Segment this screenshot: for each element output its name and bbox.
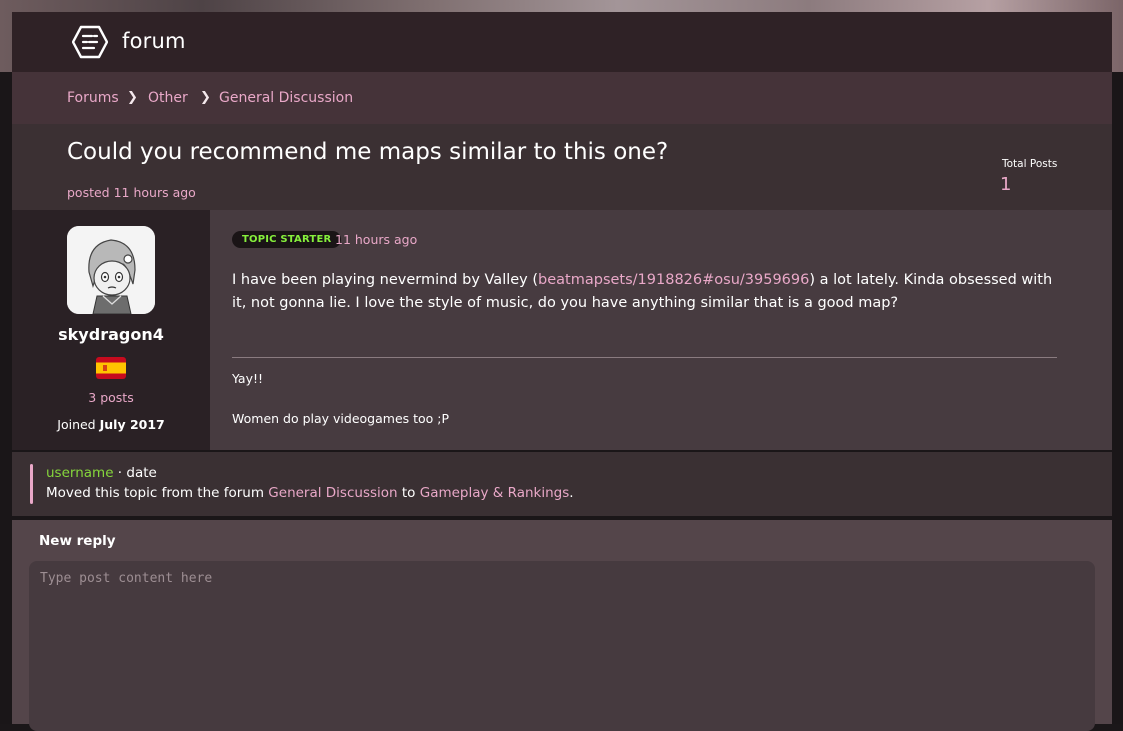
breadcrumb-other[interactable]: Other (148, 90, 188, 106)
forum-post: skydragon4 3 posts Joined July 2017 TOPI… (12, 210, 1112, 450)
topic-starter-badge: TOPIC STARTER (232, 231, 342, 248)
new-reply-section: New reply (12, 520, 1112, 731)
moved-notice-meta: username · date (46, 465, 157, 481)
forum-logo-icon[interactable] (72, 25, 108, 59)
moved-topic-notice: username · date Moved this topic from th… (12, 452, 1112, 516)
reply-textarea[interactable] (29, 561, 1095, 731)
moved-text-mid: to (397, 485, 420, 501)
chevron-right-icon: ❯ (200, 90, 211, 105)
breadcrumb-general-discussion[interactable]: General Discussion (219, 90, 353, 106)
beatmap-link[interactable]: beatmapsets/1918826#osu/3959696 (538, 272, 809, 288)
avatar[interactable] (67, 226, 155, 314)
notice-accent-bar (30, 464, 33, 504)
total-posts-label: Total Posts (1002, 158, 1058, 170)
avatar-image (67, 226, 155, 314)
signature-line-1: Yay!! (232, 371, 263, 386)
post-content-panel: TOPIC STARTER 11 hours ago I have been p… (210, 210, 1112, 450)
topic-header: Could you recommend me maps similar to t… (12, 124, 1112, 210)
post-author-panel: skydragon4 3 posts Joined July 2017 (12, 210, 210, 450)
spain-flag-icon (96, 357, 126, 379)
post-author-joined: Joined July 2017 (12, 417, 210, 432)
joined-label: Joined (57, 417, 96, 432)
moved-to-forum-link[interactable]: Gameplay & Rankings (420, 485, 570, 501)
chevron-right-icon: ❯ (127, 90, 138, 105)
post-author-post-count[interactable]: 3 posts (12, 390, 210, 405)
moved-notice-username[interactable]: username (46, 465, 114, 481)
post-author-username[interactable]: skydragon4 (12, 325, 210, 344)
joined-date: July 2017 (99, 417, 165, 432)
signature-line-2: Women do play videogames too ;P (232, 411, 450, 426)
post-time[interactable]: 11 hours ago (335, 232, 417, 247)
new-reply-title: New reply (39, 533, 116, 549)
moved-text-end: . (569, 485, 574, 501)
breadcrumb: Forums ❯ Other ❯ General Discussion (12, 72, 1112, 124)
moved-from-forum-link[interactable]: General Discussion (268, 485, 397, 501)
header: forum (12, 12, 1112, 72)
moved-text-before: Moved this topic from the forum (46, 485, 269, 501)
topic-title: Could you recommend me maps similar to t… (67, 139, 669, 165)
signature-divider (232, 357, 1057, 358)
moved-notice-date: date (126, 465, 157, 481)
topic-posted-time: posted 11 hours ago (67, 185, 196, 200)
moved-notice-separator: · (113, 465, 127, 481)
logo-text: forum (122, 29, 186, 53)
forum-page: forum Forums ❯ Other ❯ General Discussio… (12, 12, 1112, 731)
post-body-text-start: I have been playing nevermind by Valley … (232, 272, 539, 288)
breadcrumb-forums[interactable]: Forums (67, 90, 119, 106)
total-posts-value: 1 (1000, 174, 1012, 195)
post-body: I have been playing nevermind by Valley … (232, 269, 1062, 315)
moved-notice-text: Moved this topic from the forum General … (46, 485, 574, 501)
